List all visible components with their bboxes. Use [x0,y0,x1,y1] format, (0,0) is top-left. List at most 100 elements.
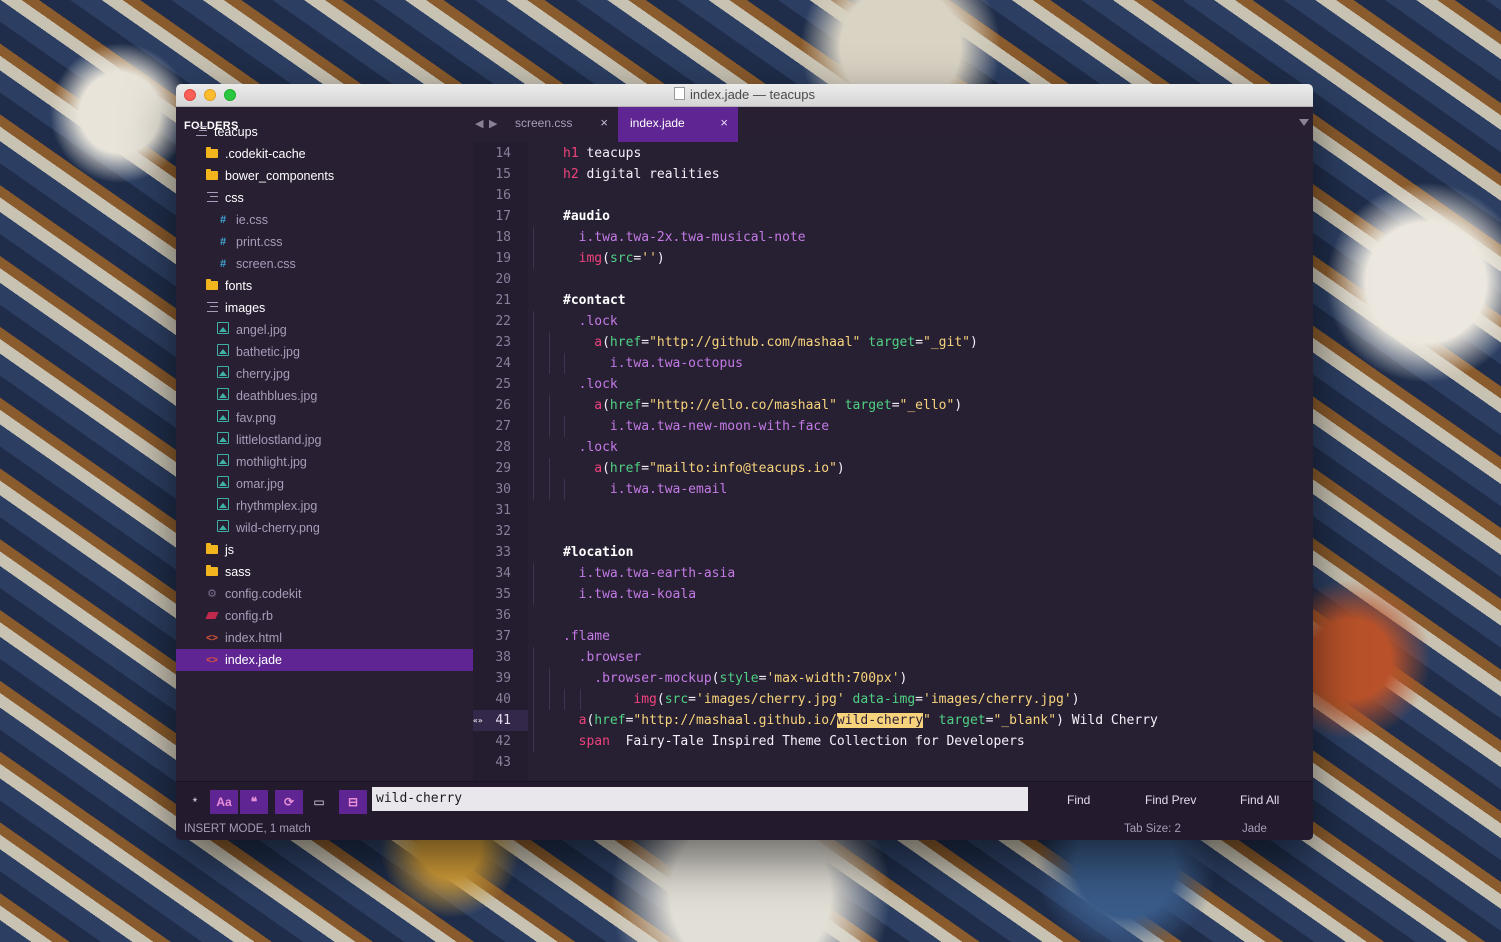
file-item-print-css[interactable]: # print.css [176,231,473,253]
folder-item-bower-components[interactable]: bower_components [176,165,473,187]
file-item-config-codekit[interactable]: ⚙ config.codekit [176,583,473,605]
line-number-box: 25 [473,374,528,395]
folder-item-fonts[interactable]: fonts [176,275,473,297]
editor-window: index.jade — teacups FOLDERS teacups .cod… [176,84,1313,840]
code-line[interactable]: 18 i.twa.twa-2x.twa-musical-note [473,227,1313,248]
code-line[interactable]: 15 h2 digital realities [473,164,1313,185]
line-number: 30 [495,482,511,497]
file-item-rhythmplex-jpg[interactable]: rhythmplex.jpg [176,495,473,517]
code-line[interactable]: 29 a(href="mailto:info@teacups.io") [473,458,1313,479]
code-token: .lock [578,377,618,392]
code-line[interactable]: 39 .browser-mockup(style='max-width:700px… [473,668,1313,689]
code-line[interactable]: 23 a(href="http://github.com/mashaal" tar… [473,332,1313,353]
tab-scroll-right-icon[interactable]: ▶ [489,117,497,130]
tab-scroll-left-icon[interactable]: ◀ [475,117,483,130]
syntax-status[interactable]: Jade [1242,823,1267,835]
folder-item-codekit-cache[interactable]: .codekit-cache [176,143,473,165]
tree-item-label: index.jade [225,653,282,667]
code-line[interactable]: 14 h1 teacups [473,143,1313,164]
file-item-fav-png[interactable]: fav.png [176,407,473,429]
code-line[interactable]: 16 [473,185,1313,206]
file-item-ie-css[interactable]: # ie.css [176,209,473,231]
file-item-config-rb[interactable]: config.rb [176,605,473,627]
code-line[interactable]: 35 i.twa.twa-koala [473,584,1313,605]
code-line[interactable]: 28 .lock [473,437,1313,458]
code-token: ( [711,671,720,686]
file-item-index-jade[interactable]: <> index.jade [176,649,473,671]
indent-guide [564,353,566,374]
file-item-cherry-jpg[interactable]: cherry.jpg [176,363,473,385]
image-file-icon [216,363,230,385]
code-line[interactable]: 17 #audio [473,206,1313,227]
file-item-littlelostland-jpg[interactable]: littlelostland.jpg [176,429,473,451]
code-line[interactable]: 21 #contact [473,290,1313,311]
folder-item-teacups[interactable]: teacups [176,121,473,143]
file-item-deathblues-jpg[interactable]: deathblues.jpg [176,385,473,407]
code-line[interactable]: 43 [473,752,1313,773]
folder-item-js[interactable]: js [176,539,473,561]
tab-size-status[interactable]: Tab Size: 2 [1124,823,1181,835]
code-editor[interactable]: 14 h1 teacups 15 h2 digital realities 16 17 #a… [473,142,1313,781]
folder-item-css[interactable]: css [176,187,473,209]
code-line[interactable]: 42 span Fairy-Tale Inspired Theme Collect… [473,731,1313,752]
wrap-toggle[interactable]: ⟳ [275,790,303,814]
code-line[interactable]: 30 i.twa.twa-email [473,479,1313,500]
code-file-icon: <> [206,655,218,666]
code-line[interactable]: 40 img(src='images/cherry.jpg' data-img='… [473,689,1313,710]
file-item-mothlight-jpg[interactable]: mothlight.jpg [176,451,473,473]
indent-guide [533,479,534,500]
code-token: = [891,398,900,413]
code-text: i.twa.twa-email [610,479,727,500]
file-item-wild-cherry-png[interactable]: wild-cherry.png [176,517,473,539]
code-line[interactable]: 32 [473,521,1313,542]
code-line[interactable]: 37 .flame [473,626,1313,647]
title-bar[interactable]: index.jade — teacups [176,84,1313,107]
code-token: .browser [578,650,642,665]
code-line[interactable]: 36 [473,605,1313,626]
line-number-box: 15 [473,164,528,185]
indent-guide [564,689,566,710]
find-all-button[interactable]: Find All [1240,793,1279,807]
line-number: 18 [495,230,511,245]
line-number-box: 14 [473,143,528,164]
code-line[interactable]: 19 img(src='') [473,248,1313,269]
code-line[interactable]: «» 41 a(href="http://mashaal.github.io/wil… [473,710,1313,731]
tab-index-jade[interactable]: index.jade × [618,107,738,142]
find-input[interactable]: wild-cherry [372,787,1028,811]
code-line[interactable]: 20 [473,269,1313,290]
in-selection-toggle[interactable]: ▭ [309,790,329,814]
file-item-omar-jpg[interactable]: omar.jpg [176,473,473,495]
indent-guide [548,458,550,479]
code-line[interactable]: 31 [473,500,1313,521]
code-line[interactable]: 34 i.twa.twa-earth-asia [473,563,1313,584]
file-item-bathetic-jpg[interactable]: bathetic.jpg [176,341,473,363]
code-line[interactable]: 24 i.twa.twa-octopus [473,353,1313,374]
tree-item-label: bower_components [225,169,335,183]
code-line[interactable]: 33 #location [473,542,1313,563]
folder-item-sass[interactable]: sass [176,561,473,583]
tab-screen-css[interactable]: screen.css × [503,107,618,142]
case-sensitive-toggle[interactable]: Aa [210,790,238,814]
code-line[interactable]: 38 .browser [473,647,1313,668]
code-token: = [641,461,650,476]
code-line[interactable]: 27 i.twa.twa-new-moon-with-face [473,416,1313,437]
code-line[interactable]: 22 .lock [473,311,1313,332]
code-line[interactable]: 26 a(href="http://ello.co/mashaal" target… [473,395,1313,416]
find-button[interactable]: Find [1067,793,1090,807]
open-folder-icon [205,187,219,209]
file-item-index-html[interactable]: <> index.html [176,627,473,649]
find-prev-button[interactable]: Find Prev [1145,793,1196,807]
code-line[interactable]: 25 .lock [473,374,1313,395]
whole-word-toggle[interactable]: ❝ [240,790,268,814]
folder-item-images[interactable]: images [176,297,473,319]
image-file-icon [216,407,230,429]
indent-guide [533,689,534,710]
tab-menu-icon[interactable] [1299,119,1309,126]
file-item-screen-css[interactable]: # screen.css [176,253,473,275]
code-token: target [868,335,916,350]
regex-toggle[interactable]: * [185,790,205,814]
close-tab-icon[interactable]: × [720,107,728,139]
close-tab-icon[interactable]: × [600,107,608,139]
file-item-angel-jpg[interactable]: angel.jpg [176,319,473,341]
highlight-matches-toggle[interactable]: ⊟ [339,790,367,814]
